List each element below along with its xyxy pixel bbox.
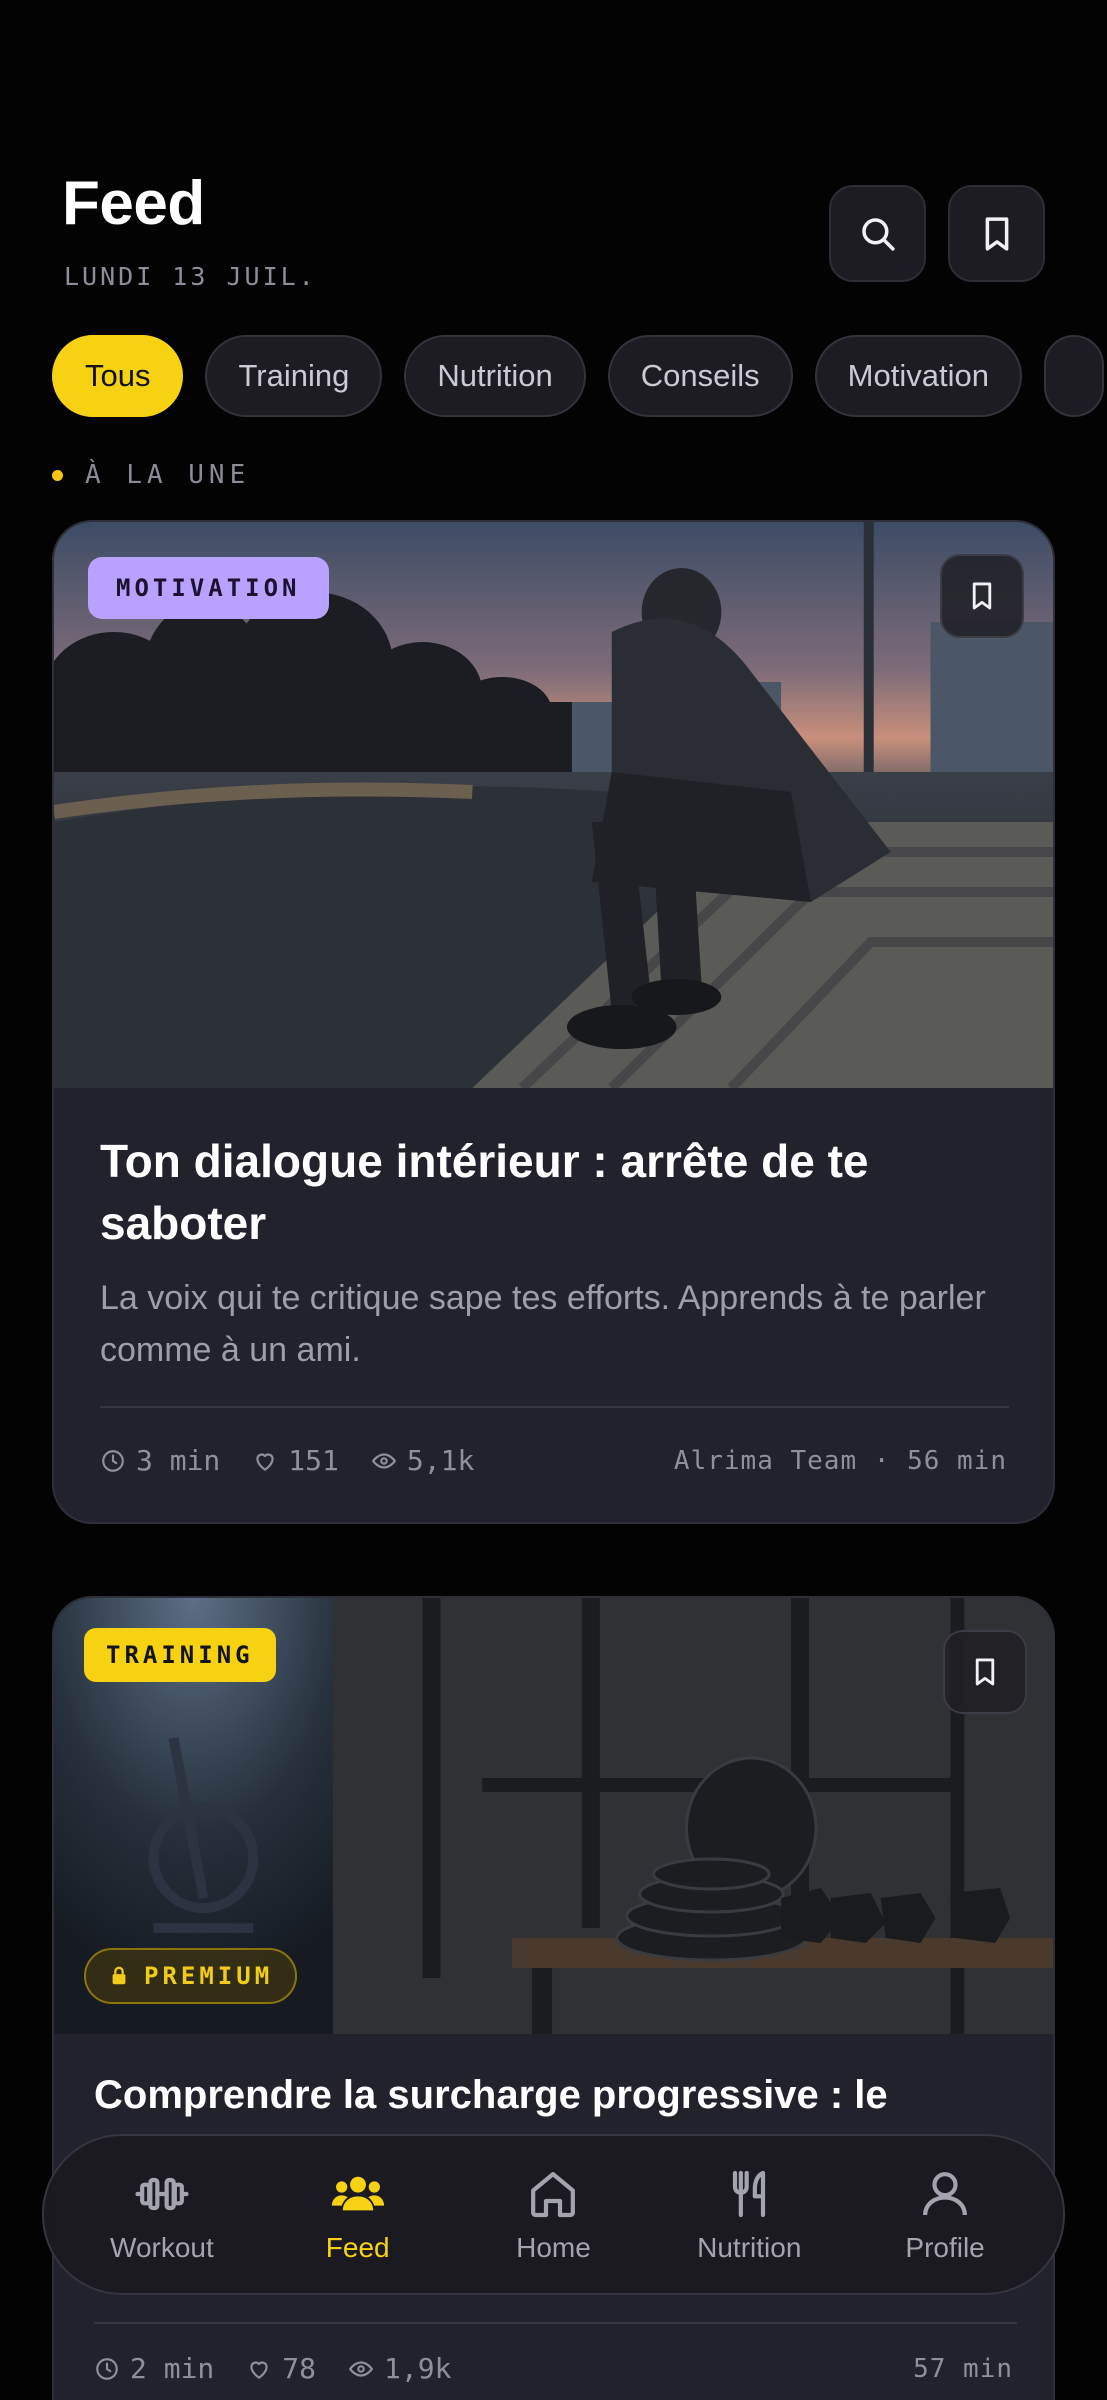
search-button[interactable]	[829, 185, 926, 282]
home-icon	[531, 2171, 576, 2217]
chip-motivation[interactable]: Motivation	[814, 335, 1022, 417]
article-image-training: TRAINING PREMIUM	[54, 1598, 1053, 2034]
featured-article-title: Ton dialogue intérieur : arrête de te sa…	[100, 1135, 869, 1249]
heart-icon	[250, 2361, 268, 2379]
clock-icon	[102, 1449, 124, 1472]
section-label: À LA UNE	[85, 460, 251, 490]
nav-label-profile: Profile	[905, 2231, 985, 2263]
premium-badge: PREMIUM	[84, 1948, 298, 2004]
read-time: 3 min	[136, 1444, 221, 1477]
nav-feed[interactable]: Feed	[268, 2166, 448, 2264]
chip-overflow[interactable]	[1043, 335, 1104, 417]
section-header: À LA UNE	[52, 460, 250, 490]
bookmark-icon	[972, 582, 992, 610]
chip-tous[interactable]: Tous	[52, 335, 184, 417]
view-count: 5,1k	[406, 1444, 475, 1477]
category-badge-motivation: MOTIVATION	[88, 557, 329, 619]
article-bookmark-button[interactable]	[943, 1630, 1027, 1714]
featured-byline: Alrima Team · 56 min	[673, 1446, 1007, 1476]
like-count: 151	[288, 1444, 339, 1477]
people-icon	[331, 2176, 384, 2210]
bookmark-icon	[975, 1658, 995, 1686]
bookmarks-button[interactable]	[948, 185, 1045, 282]
page-title: Feed	[62, 169, 205, 238]
featured-article-description: La voix qui te critique sape tes efforts…	[100, 1279, 986, 1369]
view-count: 1,9k	[384, 2352, 452, 2385]
eye-icon	[348, 2360, 374, 2377]
bottom-nav: Workout Feed Home Nutrition Profile	[42, 2134, 1065, 2295]
search-icon	[861, 217, 895, 251]
article-title-training: Comprendre la surcharge progressive : le	[94, 2073, 888, 2117]
featured-article-card[interactable]: MOTIVATION Ton dialogue intérieur : arrê…	[52, 520, 1055, 1524]
section-dot	[52, 469, 63, 481]
page-date: LUNDI 13 JUIL.	[64, 262, 317, 291]
eye-icon	[371, 1452, 397, 1469]
category-badge-training: TRAINING	[84, 1628, 276, 1682]
card-divider	[100, 1406, 1009, 1408]
featured-bookmark-button[interactable]	[940, 554, 1024, 638]
nav-profile[interactable]: Profile	[855, 2166, 1035, 2264]
nav-home[interactable]: Home	[463, 2166, 643, 2264]
like-button[interactable]: 151	[252, 1444, 339, 1477]
card-divider	[94, 2322, 1017, 2324]
article-meta: 2 min 78 1,9k	[94, 2352, 483, 2385]
fork-knife-icon	[733, 2170, 766, 2217]
nav-nutrition[interactable]: Nutrition	[659, 2166, 839, 2264]
nav-label-home: Home	[516, 2231, 591, 2263]
premium-label: PREMIUM	[144, 1962, 274, 1990]
featured-meta: 3 min 151 5,1k	[100, 1444, 506, 1477]
clock-icon	[96, 2357, 118, 2380]
chip-training[interactable]: Training	[205, 335, 383, 417]
nav-label-nutrition: Nutrition	[697, 2231, 802, 2263]
user-icon	[923, 2171, 968, 2215]
lock-icon	[112, 1966, 126, 1985]
nav-workout[interactable]: Workout	[72, 2166, 252, 2264]
like-count: 78	[282, 2352, 317, 2385]
bookmark-icon	[985, 216, 1008, 251]
chip-nutrition[interactable]: Nutrition	[404, 335, 586, 417]
featured-article-image: MOTIVATION	[54, 522, 1053, 1088]
chip-conseils[interactable]: Conseils	[607, 335, 793, 417]
like-button[interactable]: 78	[246, 2352, 316, 2385]
heart-icon	[256, 1453, 274, 1471]
category-filter-bar: Tous Training Nutrition Conseils Motivat…	[52, 335, 1104, 417]
dumbbell-icon	[135, 2177, 189, 2210]
nav-label-workout: Workout	[110, 2231, 214, 2263]
nav-label-feed: Feed	[325, 2231, 390, 2263]
read-time: 2 min	[130, 2352, 215, 2385]
article-byline: 57 min	[913, 2354, 1013, 2384]
